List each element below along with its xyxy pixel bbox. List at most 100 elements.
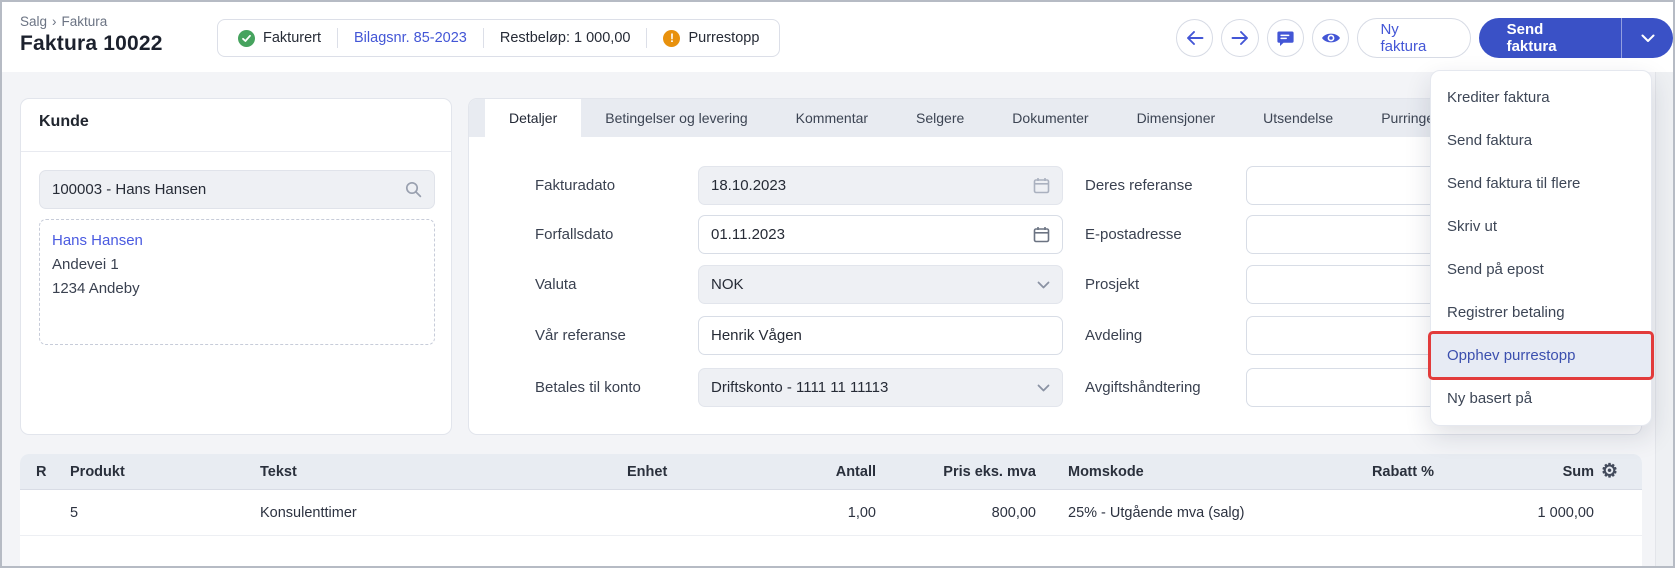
customer-address-line2: 1234 Andeby bbox=[52, 277, 422, 301]
customer-search-field[interactable] bbox=[39, 170, 435, 209]
previous-invoice-button[interactable] bbox=[1176, 19, 1213, 57]
pay-account-label: Betales til konto bbox=[535, 368, 641, 407]
col-header-momskode: Momskode bbox=[1068, 464, 1360, 480]
menu-item-registrer-betaling[interactable]: Registrer betaling bbox=[1431, 291, 1651, 334]
col-header-pris: Pris eks. mva bbox=[876, 464, 1036, 480]
status-balance-label: Restbeløp: 1 000,00 bbox=[500, 30, 631, 46]
col-header-r: R bbox=[36, 464, 70, 480]
our-reference-input[interactable] bbox=[711, 327, 1050, 344]
chat-bubble-icon bbox=[1277, 30, 1294, 47]
due-date-input[interactable] bbox=[711, 226, 1025, 243]
col-header-enhet: Enhet bbox=[627, 464, 747, 480]
tab-selgere[interactable]: Selgere bbox=[892, 99, 988, 137]
send-invoice-button[interactable]: Send faktura bbox=[1479, 18, 1673, 58]
col-header-produkt: Produkt bbox=[70, 464, 260, 480]
pay-account-value: Driftskonto - 1111 11 11113 bbox=[711, 379, 1029, 396]
cell-pris: 800,00 bbox=[876, 505, 1036, 521]
tab-betingelser-og-levering[interactable]: Betingelser og levering bbox=[581, 99, 771, 137]
breadcrumb-separator-icon: › bbox=[52, 14, 57, 29]
invoice-status-bar: Fakturert Bilagsnr. 85-2023 Restbeløp: 1… bbox=[217, 19, 780, 57]
currency-select: NOK bbox=[698, 265, 1063, 304]
col-header-rabatt: Rabatt % bbox=[1360, 464, 1434, 480]
menu-item-ny-basert-pa[interactable]: Ny basert på bbox=[1431, 377, 1651, 420]
their-reference-label: Deres referanse bbox=[1085, 166, 1193, 205]
customer-panel: Kunde Hans Hansen Andevei 1 1234 Andeby bbox=[20, 98, 452, 435]
send-invoice-label[interactable]: Send faktura bbox=[1479, 18, 1622, 58]
invoice-date-field: 18.10.2023 bbox=[698, 166, 1063, 205]
col-header-tekst: Tekst bbox=[260, 464, 627, 480]
breadcrumb-faktura: Faktura bbox=[62, 14, 108, 29]
vat-handling-label: Avgiftshåndtering bbox=[1085, 368, 1201, 407]
currency-value: NOK bbox=[711, 276, 1029, 293]
menu-item-opphev-purrestopp[interactable]: Opphev purrestopp bbox=[1431, 334, 1651, 377]
table-row[interactable]: 5 Konsulenttimer 1,00 800,00 25% - Utgåe… bbox=[20, 490, 1642, 536]
menu-item-send-faktura-til-flere[interactable]: Send faktura til flere bbox=[1431, 162, 1651, 205]
invoice-date-value: 18.10.2023 bbox=[711, 177, 1025, 194]
email-label: E-postadresse bbox=[1085, 215, 1182, 254]
pay-account-select: Driftskonto - 1111 11 11113 bbox=[698, 368, 1063, 407]
breadcrumb: Salg › Faktura bbox=[20, 14, 107, 29]
status-invoiced: Fakturert bbox=[222, 30, 337, 47]
send-invoice-menu-toggle[interactable] bbox=[1622, 18, 1673, 58]
status-reminder-stop-label: Purrestopp bbox=[688, 30, 759, 46]
tab-dokumenter[interactable]: Dokumenter bbox=[988, 99, 1112, 137]
toolbar: Ny faktura Send faktura bbox=[1176, 18, 1673, 58]
breadcrumb-salg[interactable]: Salg bbox=[20, 14, 47, 29]
page-title: Faktura 10022 bbox=[20, 32, 163, 56]
customer-address-box: Hans Hansen Andevei 1 1234 Andeby bbox=[39, 219, 435, 345]
status-voucher: Bilagsnr. 85-2023 bbox=[338, 30, 483, 46]
top-header: Salg › Faktura Faktura 10022 Fakturert Bil… bbox=[2, 2, 1673, 72]
chevron-down-icon bbox=[1037, 384, 1050, 392]
our-reference-label: Vår referanse bbox=[535, 316, 626, 355]
warning-circle-icon: ! bbox=[663, 30, 680, 47]
tab-utsendelse[interactable]: Utsendelse bbox=[1239, 99, 1357, 137]
due-date-label: Forfallsdato bbox=[535, 215, 613, 254]
chevron-down-icon bbox=[1037, 281, 1050, 289]
cell-momskode: 25% - Utgående mva (salg) bbox=[1068, 505, 1360, 521]
menu-item-send-faktura[interactable]: Send faktura bbox=[1431, 119, 1651, 162]
arrow-right-icon bbox=[1231, 31, 1249, 45]
customer-address-line1: Andevei 1 bbox=[52, 253, 422, 277]
status-reminder-stop: ! Purrestopp bbox=[647, 30, 775, 47]
col-header-sum: Sum bbox=[1434, 464, 1594, 480]
table-header-row: R Produkt Tekst Enhet Antall Pris eks. m… bbox=[20, 454, 1642, 490]
preview-button[interactable] bbox=[1312, 19, 1349, 57]
tab-dimensjoner[interactable]: Dimensjoner bbox=[1113, 99, 1240, 137]
tab-kommentar[interactable]: Kommentar bbox=[772, 99, 892, 137]
calendar-icon[interactable] bbox=[1033, 226, 1050, 243]
panel-divider bbox=[21, 151, 451, 152]
next-invoice-button[interactable] bbox=[1221, 19, 1258, 57]
invoice-date-label: Fakturadato bbox=[535, 166, 615, 205]
department-label: Avdeling bbox=[1085, 316, 1142, 355]
chevron-down-icon bbox=[1641, 34, 1655, 43]
invoice-lines-table: R Produkt Tekst Enhet Antall Pris eks. m… bbox=[20, 454, 1642, 568]
cell-tekst: Konsulenttimer bbox=[260, 505, 627, 521]
menu-item-send-pa-epost[interactable]: Send på epost bbox=[1431, 248, 1651, 291]
search-icon bbox=[405, 181, 422, 198]
comments-button[interactable] bbox=[1267, 19, 1304, 57]
new-invoice-button[interactable]: Ny faktura bbox=[1357, 18, 1470, 58]
customer-search-input[interactable] bbox=[52, 181, 405, 198]
status-invoiced-label: Fakturert bbox=[263, 30, 321, 46]
gear-icon[interactable]: ⚙ bbox=[1601, 462, 1618, 481]
our-reference-field[interactable] bbox=[698, 316, 1063, 355]
table-settings-cell: ⚙ bbox=[1594, 462, 1626, 481]
status-balance: Restbeløp: 1 000,00 bbox=[484, 30, 647, 46]
currency-label: Valuta bbox=[535, 265, 576, 304]
check-circle-icon bbox=[238, 30, 255, 47]
due-date-field[interactable] bbox=[698, 215, 1063, 254]
scrollbar-track[interactable] bbox=[1655, 72, 1673, 566]
project-label: Prosjekt bbox=[1085, 265, 1139, 304]
voucher-number-link[interactable]: Bilagsnr. 85-2023 bbox=[354, 30, 467, 46]
cell-produkt: 5 bbox=[70, 505, 260, 521]
calendar-icon bbox=[1033, 177, 1050, 194]
menu-item-skriv-ut[interactable]: Skriv ut bbox=[1431, 205, 1651, 248]
send-invoice-dropdown-menu: Krediter faktura Send faktura Send faktu… bbox=[1430, 70, 1652, 426]
tab-detaljer[interactable]: Detaljer bbox=[485, 99, 581, 137]
customer-name-link[interactable]: Hans Hansen bbox=[52, 229, 422, 253]
eye-icon bbox=[1321, 31, 1341, 45]
col-header-antall: Antall bbox=[747, 464, 876, 480]
customer-panel-title: Kunde bbox=[39, 113, 89, 131]
menu-item-krediter-faktura[interactable]: Krediter faktura bbox=[1431, 76, 1651, 119]
arrow-left-icon bbox=[1186, 31, 1204, 45]
